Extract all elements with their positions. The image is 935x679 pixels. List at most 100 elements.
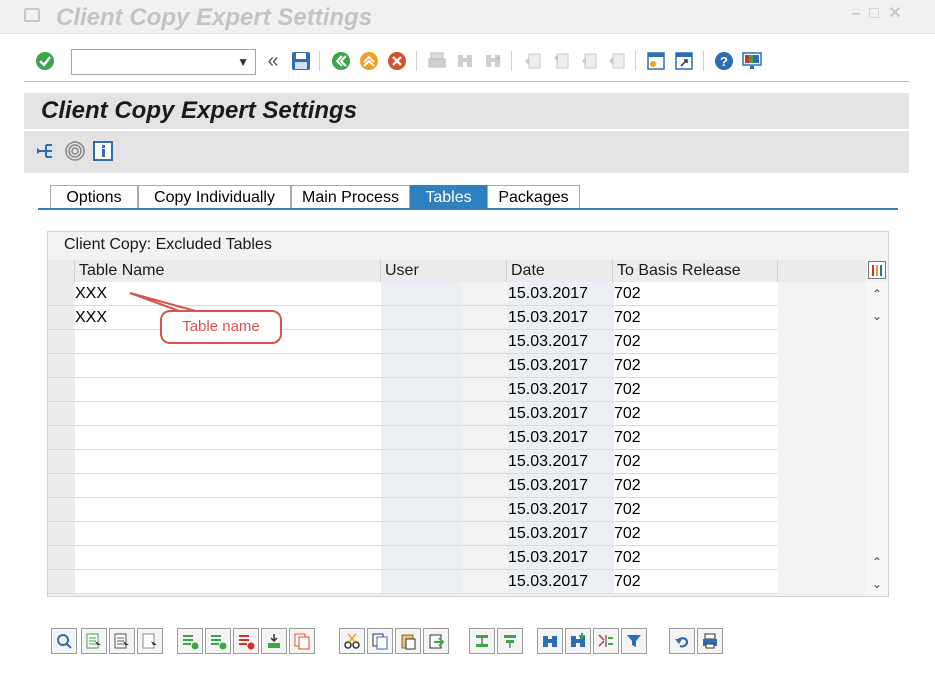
table-scrollbar[interactable]: ⌃ ⌄ ⌃ ⌄ (866, 282, 888, 594)
table-cell-name[interactable] (75, 450, 381, 474)
row-selector[interactable] (48, 570, 75, 594)
table-row[interactable]: 15.03.2017 702 (75, 426, 778, 450)
table-cell-user[interactable] (381, 282, 461, 306)
column-header-date[interactable]: Date (507, 260, 613, 282)
row-selector[interactable] (48, 522, 75, 546)
table-row[interactable]: 15.03.2017 702 (75, 474, 778, 498)
table-cell-release[interactable]: 702 (614, 282, 778, 306)
table-cell-user[interactable] (381, 522, 461, 546)
table-cell-date[interactable]: 15.03.2017 (508, 498, 614, 522)
shortcut-icon[interactable] (673, 50, 695, 72)
save-icon[interactable] (290, 50, 312, 72)
customize-layout-icon[interactable] (741, 50, 763, 72)
filter-icon[interactable] (621, 628, 647, 654)
column-header-basis-release[interactable]: To Basis Release (613, 260, 778, 282)
table-row[interactable]: 15.03.2017 702 (75, 522, 778, 546)
table-cell-date[interactable]: 15.03.2017 (508, 426, 614, 450)
table-cell-user[interactable] (381, 306, 461, 330)
table-cell-release[interactable]: 702 (614, 498, 778, 522)
select-all-icon[interactable] (81, 628, 107, 654)
scroll-up-icon[interactable]: ⌃ (869, 286, 885, 302)
table-cell-date[interactable]: 15.03.2017 (508, 450, 614, 474)
table-row[interactable]: 15.03.2017 702 (75, 378, 778, 402)
row-selector[interactable] (48, 330, 75, 354)
delete-row-icon[interactable] (233, 628, 259, 654)
scroll-page-down-icon[interactable]: ⌄ (869, 576, 885, 592)
tab-copy-individually[interactable]: Copy Individually (138, 185, 291, 210)
cancel-icon[interactable] (386, 50, 408, 72)
info-icon[interactable] (92, 140, 114, 162)
column-header-table-name[interactable]: Table Name (75, 260, 381, 282)
select-column-icon[interactable] (593, 628, 619, 654)
table-cell-release[interactable]: 702 (614, 402, 778, 426)
back-icon[interactable] (330, 50, 352, 72)
help-icon[interactable]: ? (713, 50, 735, 72)
find-icon[interactable] (454, 50, 476, 72)
table-cell-date[interactable]: 15.03.2017 (508, 522, 614, 546)
window-menu-icon[interactable] (24, 8, 40, 22)
minimize-icon[interactable]: – (848, 6, 864, 22)
table-cell-user[interactable] (381, 354, 461, 378)
enter-check-icon[interactable] (34, 50, 56, 72)
table-cell-name[interactable] (75, 498, 381, 522)
command-field[interactable]: ▼ (71, 49, 256, 75)
copy-row-icon[interactable] (289, 628, 315, 654)
table-cell-user[interactable] (381, 402, 461, 426)
close-icon[interactable]: ✕ (887, 6, 903, 22)
table-cell-date[interactable]: 15.03.2017 (508, 378, 614, 402)
first-page-icon[interactable] (522, 50, 544, 72)
table-cell-date[interactable]: 15.03.2017 (508, 354, 614, 378)
tab-main-process[interactable]: Main Process (291, 185, 410, 210)
table-cell-release[interactable]: 702 (614, 546, 778, 570)
table-cell-name[interactable] (75, 426, 381, 450)
table-row[interactable]: 15.03.2017 702 (75, 546, 778, 570)
find-icon[interactable] (537, 628, 563, 654)
table-cell-name[interactable] (75, 522, 381, 546)
previous-page-icon[interactable] (550, 50, 572, 72)
table-cell-name[interactable] (75, 474, 381, 498)
exit-icon[interactable] (358, 50, 380, 72)
table-cell-user[interactable] (381, 570, 461, 594)
select-all-header[interactable] (48, 260, 75, 282)
table-cell-name[interactable] (75, 354, 381, 378)
table-cell-date[interactable]: 15.03.2017 (508, 402, 614, 426)
copy-icon[interactable] (367, 628, 393, 654)
table-cell-user[interactable] (381, 450, 461, 474)
table-row[interactable]: 15.03.2017 702 (75, 570, 778, 594)
table-row[interactable]: 15.03.2017 702 (75, 354, 778, 378)
table-cell-date[interactable]: 15.03.2017 (508, 306, 614, 330)
table-cell-date[interactable]: 15.03.2017 (508, 546, 614, 570)
table-row[interactable]: 15.03.2017 702 (75, 498, 778, 522)
table-cell-release[interactable]: 702 (614, 570, 778, 594)
table-cell-name[interactable] (75, 378, 381, 402)
last-page-icon[interactable] (606, 50, 628, 72)
row-selector[interactable] (48, 546, 75, 570)
table-cell-name[interactable] (75, 402, 381, 426)
table-cell-date[interactable]: 15.03.2017 (508, 570, 614, 594)
tab-tables[interactable]: Tables (410, 185, 487, 210)
select-block-icon[interactable] (109, 628, 135, 654)
collapse-toolbar-icon[interactable]: « (262, 50, 284, 72)
table-cell-release[interactable]: 702 (614, 378, 778, 402)
insert-row-icon[interactable] (177, 628, 203, 654)
table-cell-date[interactable]: 15.03.2017 (508, 330, 614, 354)
paste-append-icon[interactable] (423, 628, 449, 654)
table-cell-date[interactable]: 15.03.2017 (508, 474, 614, 498)
table-cell-date[interactable]: 15.03.2017 (508, 282, 614, 306)
hierarchy-icon[interactable] (36, 140, 58, 162)
find-next-icon[interactable]: + (482, 50, 504, 72)
table-cell-user[interactable] (381, 474, 461, 498)
table-cell-user[interactable] (381, 498, 461, 522)
table-cell-user[interactable] (381, 546, 461, 570)
row-selector[interactable] (48, 306, 75, 330)
row-selector[interactable] (48, 282, 75, 306)
table-cell-release[interactable]: 702 (614, 306, 778, 330)
row-selector[interactable] (48, 426, 75, 450)
table-cell-user[interactable] (381, 426, 461, 450)
row-selector[interactable] (48, 474, 75, 498)
table-row[interactable]: 15.03.2017 702 (75, 402, 778, 426)
deselect-all-icon[interactable] (137, 628, 163, 654)
tab-packages[interactable]: Packages (487, 185, 580, 210)
table-cell-release[interactable]: 702 (614, 474, 778, 498)
fingerprint-icon[interactable] (64, 140, 86, 162)
